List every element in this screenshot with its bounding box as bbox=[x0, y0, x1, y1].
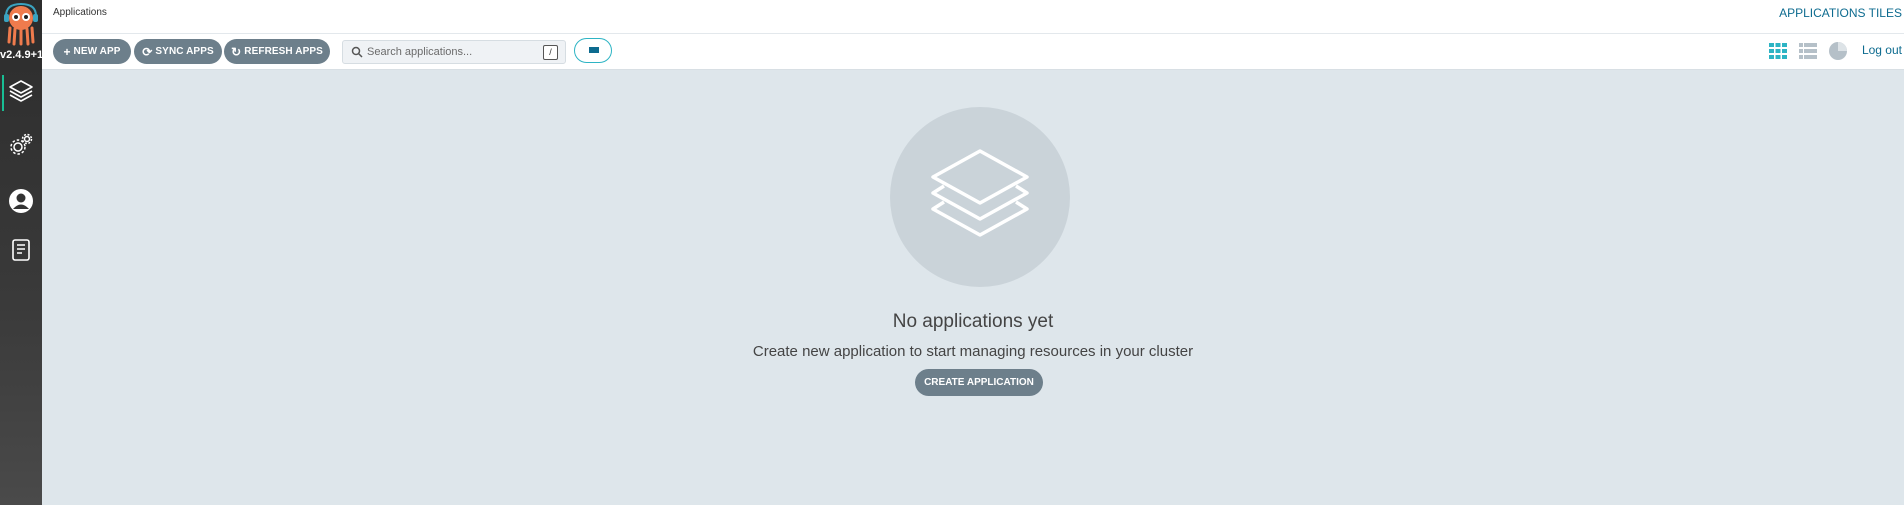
refresh-apps-label: REFRESH APPS bbox=[244, 46, 323, 57]
page-title: APPLICATIONS TILES bbox=[1779, 6, 1902, 20]
list-view-icon[interactable] bbox=[1798, 41, 1818, 61]
search-icon bbox=[350, 45, 364, 59]
sync-apps-label: SYNC APPS bbox=[155, 46, 214, 57]
filters-toggle-button[interactable] bbox=[574, 38, 612, 63]
empty-state-description: Create new application to start managing… bbox=[752, 343, 1194, 360]
logout-link[interactable]: Log out bbox=[1862, 43, 1902, 57]
search-box[interactable]: / bbox=[342, 40, 566, 64]
search-input[interactable] bbox=[367, 44, 537, 60]
sync-icon: ⟳ bbox=[142, 44, 153, 59]
user-circle-icon bbox=[8, 188, 34, 219]
sidebar-item-settings[interactable] bbox=[0, 125, 42, 169]
tiles-view-icon[interactable] bbox=[1768, 41, 1788, 61]
sidebar-item-applications[interactable] bbox=[0, 71, 42, 115]
sidebar-item-documentation[interactable] bbox=[0, 230, 42, 274]
filter-indicator-icon bbox=[589, 47, 599, 53]
create-application-button[interactable]: CREATE APPLICATION bbox=[915, 369, 1043, 396]
toolbar: + NEW APP ⟳ SYNC APPS ↻ REFRESH APPS / bbox=[42, 34, 1904, 70]
layers-icon bbox=[8, 78, 34, 109]
new-app-button[interactable]: + NEW APP bbox=[53, 39, 131, 64]
new-app-label: NEW APP bbox=[73, 46, 121, 57]
plus-icon: + bbox=[63, 44, 71, 59]
sidebar-item-user-info[interactable] bbox=[0, 181, 42, 225]
book-icon bbox=[8, 237, 34, 268]
empty-state-title: No applications yet bbox=[892, 311, 1054, 332]
version-label: v2.4.9+1 bbox=[0, 49, 44, 61]
refresh-apps-button[interactable]: ↻ REFRESH APPS bbox=[224, 39, 330, 64]
search-shortcut-hint: / bbox=[543, 45, 558, 60]
summary-pie-icon[interactable] bbox=[1828, 41, 1848, 61]
sync-apps-button[interactable]: ⟳ SYNC APPS bbox=[134, 39, 222, 64]
refresh-icon: ↻ bbox=[231, 44, 242, 59]
empty-state-illustration bbox=[890, 107, 1070, 287]
gears-icon bbox=[8, 132, 34, 163]
breadcrumb[interactable]: Applications bbox=[53, 7, 107, 18]
sidebar: v2.4.9+1 bbox=[0, 0, 44, 505]
top-bar: Applications APPLICATIONS TILES bbox=[42, 0, 1904, 34]
argo-logo[interactable] bbox=[3, 2, 39, 46]
